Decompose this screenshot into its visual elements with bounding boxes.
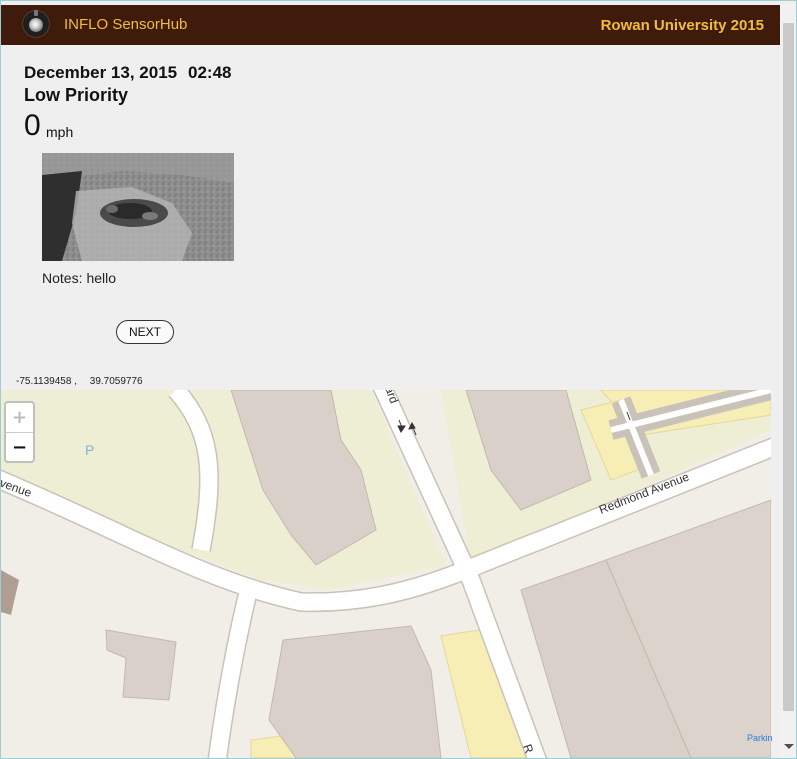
- notes-text: hello: [86, 270, 117, 286]
- longitude-value: -75.1139458: [16, 376, 72, 387]
- map-view[interactable]: P venue Redmond Avenue ard R: [1, 390, 771, 758]
- report-date: December 13, 2015: [24, 63, 178, 82]
- zoom-out-button[interactable]: −: [6, 433, 33, 462]
- priority-label: Low Priority: [24, 85, 129, 105]
- parking-marker: P: [85, 442, 94, 458]
- coordinate-separator: ,: [74, 376, 77, 387]
- coordinates: -75.1139458 , 39.7059776: [16, 376, 143, 387]
- pothole-photo: [42, 153, 234, 261]
- latitude-value: 39.7059776: [89, 376, 143, 387]
- sensor-logo-icon: [23, 10, 49, 37]
- scroll-down-icon[interactable]: [784, 744, 794, 749]
- notes: Notes: hello: [42, 270, 116, 286]
- notes-label: Notes:: [42, 270, 83, 286]
- zoom-control: + −: [4, 401, 35, 463]
- app-title: INFLO SensorHub: [64, 16, 188, 33]
- scrollbar-thumb[interactable]: [783, 23, 794, 711]
- header-bar: INFLO SensorHub Rowan University 2015: [1, 5, 780, 45]
- speed-unit: mph: [46, 124, 74, 140]
- map-attribution-link[interactable]: Parkin: [747, 733, 773, 743]
- speed-value: 0: [24, 109, 41, 142]
- next-button[interactable]: NEXT: [116, 320, 174, 344]
- org-title: Rowan University 2015: [600, 17, 764, 34]
- browser-frame: INFLO SensorHub Rowan University 2015 De…: [0, 0, 797, 759]
- report-time: 02:48: [188, 63, 232, 82]
- zoom-in-button[interactable]: +: [6, 403, 33, 433]
